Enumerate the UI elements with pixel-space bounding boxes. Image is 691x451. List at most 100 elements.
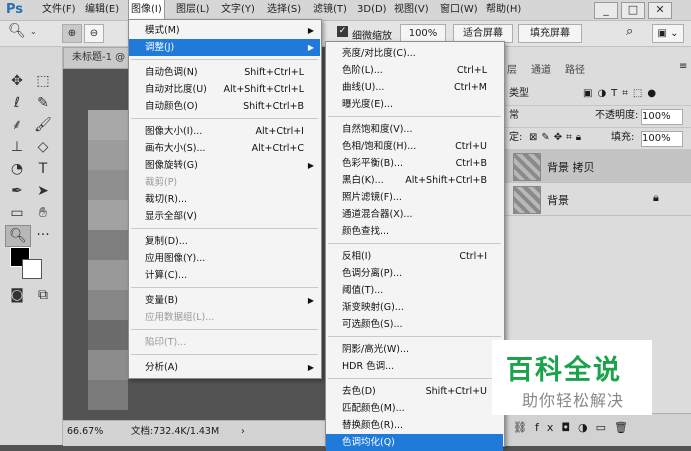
- menu-type[interactable]: 文字(Y): [219, 0, 257, 20]
- submenu-arrow-icon: ▶: [307, 43, 314, 52]
- menu-item[interactable]: 应用图像(Y)...: [129, 250, 320, 267]
- menu-item[interactable]: 黑白(K)... Alt+Shift+Ctrl+B: [326, 172, 503, 189]
- scrubby-zoom-checkbox[interactable]: ✓: [337, 26, 348, 37]
- menu-item[interactable]: 照片滤镜(F)...: [326, 189, 503, 206]
- move-tool-icon[interactable]: ✥: [5, 71, 29, 91]
- menu-item[interactable]: 复制(D)...: [129, 233, 320, 250]
- menu-edit[interactable]: 编辑(E): [83, 0, 121, 20]
- eyedropper-tool-icon[interactable]: ⸙: [5, 115, 29, 135]
- menu-item[interactable]: 去色(D) Shift+Ctrl+U: [326, 383, 503, 400]
- menu-view[interactable]: 视图(V): [392, 0, 431, 20]
- menu-select[interactable]: 选择(S): [265, 0, 303, 20]
- quick-mask-icon[interactable]: ◙: [5, 285, 29, 305]
- eraser-tool-icon[interactable]: ◇: [31, 137, 55, 157]
- menu-item[interactable]: 显示全部(V): [129, 208, 320, 225]
- menu-item[interactable]: 计算(C)...: [129, 267, 320, 284]
- menu-item[interactable]: 模式(M) ▶: [129, 22, 320, 39]
- chevron-right-icon[interactable]: ›: [241, 424, 245, 439]
- menu-3d[interactable]: 3D(D): [355, 0, 389, 20]
- minimize-button[interactable]: _: [594, 2, 618, 19]
- layer-row[interactable]: 背景 🔒︎: [503, 183, 691, 216]
- chevron-down-icon[interactable]: ⌄: [30, 27, 37, 36]
- opacity-input[interactable]: 100%: [641, 109, 683, 125]
- menu-item[interactable]: 反相(I) Ctrl+I: [326, 248, 503, 265]
- search-icon[interactable]: ⌕: [626, 24, 633, 39]
- filter-icons[interactable]: ▣◑T⌗⬚●: [583, 83, 661, 105]
- menu-layer[interactable]: 图层(L): [174, 0, 211, 20]
- menu-window[interactable]: 窗口(W): [438, 0, 480, 20]
- menu-item[interactable]: 通道混合器(X)...: [326, 206, 503, 223]
- menu-item[interactable]: 曝光度(E)...: [326, 96, 503, 113]
- menu-item[interactable]: 色阶(L)... Ctrl+L: [326, 62, 503, 79]
- menu-item[interactable]: 可选颜色(S)...: [326, 316, 503, 333]
- menu-image[interactable]: 图像(I): [128, 0, 165, 21]
- marquee-tool-icon[interactable]: ⬚: [31, 71, 55, 91]
- menu-item[interactable]: 分析(A) ▶: [129, 359, 320, 376]
- lock-icons[interactable]: ⊠✎✥⌗🔒︎: [529, 127, 585, 149]
- menu-item[interactable]: 亮度/对比度(C)...: [326, 45, 503, 62]
- menu-item[interactable]: HDR 色调...: [326, 358, 503, 375]
- menu-item[interactable]: 图像大小(I)... Alt+Ctrl+I: [129, 123, 320, 140]
- menu-item[interactable]: 自然饱和度(V)...: [326, 121, 503, 138]
- menu-item[interactable]: 颜色查找...: [326, 223, 503, 240]
- menu-item[interactable]: 图像旋转(G) ▶: [129, 157, 320, 174]
- tab-channels[interactable]: 通道: [531, 61, 551, 76]
- fill-screen-button[interactable]: 填充屏幕: [518, 24, 582, 43]
- menu-file[interactable]: 文件(F): [40, 0, 78, 20]
- menu-item[interactable]: 裁切(R)...: [129, 191, 320, 208]
- layer-actions-icons[interactable]: ⛓fx◘◑▭🗑︎: [513, 421, 636, 434]
- zoom-tool-icon[interactable]: 🔍︎: [5, 225, 31, 247]
- layer-row[interactable]: 背景 拷贝: [503, 150, 691, 183]
- workspace-switcher[interactable]: ▣ ⌄: [652, 24, 684, 43]
- menu-item[interactable]: 自动色调(N) Shift+Ctrl+L: [129, 64, 320, 81]
- menu-item[interactable]: 色调分离(P)...: [326, 265, 503, 282]
- tab-layers[interactable]: 层: [507, 61, 517, 76]
- menu-item[interactable]: 阴影/高光(W)...: [326, 341, 503, 358]
- zoom-tool-icon[interactable]: 🔍︎: [8, 23, 26, 39]
- menu-item-label: 色阶(L)...: [342, 65, 383, 76]
- pen-tool-icon[interactable]: ✒: [5, 181, 29, 201]
- type-tool-icon[interactable]: T: [31, 159, 55, 179]
- menu-item[interactable]: 色调均化(Q): [326, 434, 503, 451]
- background-color-swatch[interactable]: [22, 259, 42, 279]
- menu-item[interactable]: 画布大小(S)... Alt+Ctrl+C: [129, 140, 320, 157]
- lasso-tool-icon[interactable]: ℓ: [5, 93, 29, 113]
- zoom-out-icon[interactable]: ⊖: [84, 24, 104, 43]
- menu-item[interactable]: 渐变映射(G)...: [326, 299, 503, 316]
- layer-name[interactable]: 背景: [547, 192, 569, 208]
- menu-item[interactable]: 匹配颜色(M)...: [326, 400, 503, 417]
- menu-item[interactable]: 自动颜色(O) Shift+Ctrl+B: [129, 98, 320, 115]
- menu-item[interactable]: 色相/饱和度(H)... Ctrl+U: [326, 138, 503, 155]
- hand-tool-icon[interactable]: ✋︎: [31, 203, 55, 223]
- zoom-in-icon[interactable]: ⊕: [62, 24, 82, 43]
- layer-name[interactable]: 背景 拷贝: [547, 159, 595, 175]
- stamp-tool-icon[interactable]: ⊥: [5, 137, 29, 157]
- path-select-tool-icon[interactable]: ➤: [31, 181, 55, 201]
- menu-item[interactable]: 调整(J) ▶: [129, 39, 320, 56]
- kind-select[interactable]: 类型: [509, 83, 529, 105]
- menu-help[interactable]: 帮助(H): [484, 0, 523, 20]
- menu-item[interactable]: 自动对比度(U) Alt+Shift+Ctrl+L: [129, 81, 320, 98]
- menu-item[interactable]: 阈值(T)...: [326, 282, 503, 299]
- menu-item-label: 自动色调(N): [145, 67, 198, 78]
- fill-input[interactable]: 100%: [641, 131, 683, 147]
- watermark-title: 百科全说: [506, 355, 622, 386]
- menu-item[interactable]: 曲线(U)... Ctrl+M: [326, 79, 503, 96]
- brush-tool-icon[interactable]: 🖌︎: [31, 115, 55, 135]
- screen-mode-icon[interactable]: ⧉: [31, 285, 55, 305]
- maximize-button[interactable]: □: [621, 2, 645, 19]
- tab-paths[interactable]: 路径: [565, 61, 585, 76]
- menu-item[interactable]: 替换颜色(R)...: [326, 417, 503, 434]
- more-tools-icon[interactable]: ···: [31, 225, 55, 245]
- shape-tool-icon[interactable]: ▭: [5, 203, 29, 223]
- menu-item-label: 色彩平衡(B)...: [342, 158, 403, 169]
- magic-wand-tool-icon[interactable]: ✎: [31, 93, 55, 113]
- close-button[interactable]: ✕: [648, 2, 672, 19]
- menu-item[interactable]: 变量(B) ▶: [129, 292, 320, 309]
- dodge-tool-icon[interactable]: ◔: [5, 159, 29, 179]
- panel-menu-icon[interactable]: ≡: [679, 61, 687, 72]
- menu-filter[interactable]: 滤镜(T): [311, 0, 349, 20]
- blend-mode-select[interactable]: 常: [509, 105, 519, 127]
- zoom-level[interactable]: 66.67%: [67, 424, 103, 439]
- menu-item[interactable]: 色彩平衡(B)... Ctrl+B: [326, 155, 503, 172]
